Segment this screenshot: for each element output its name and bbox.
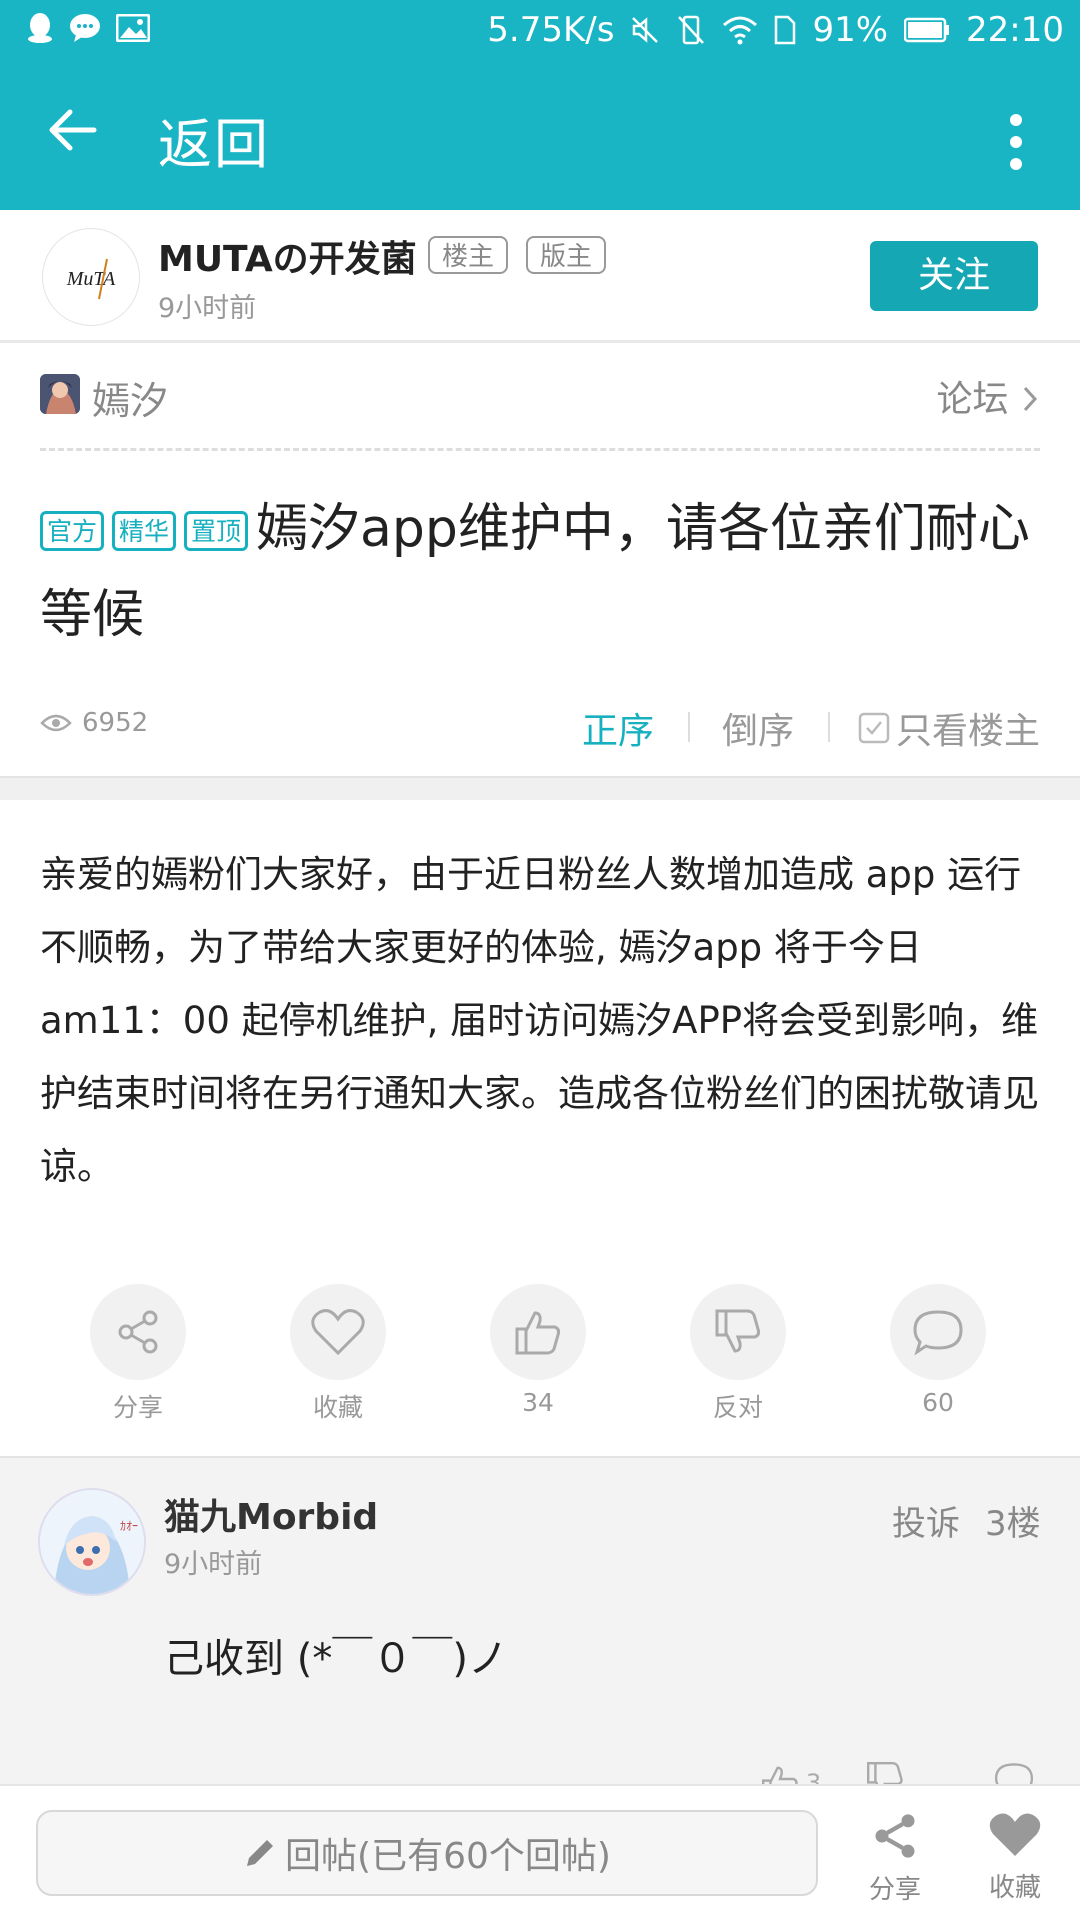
reply-avatar[interactable]: ｶｵｰ [38,1488,146,1596]
tag-official: 官方 [40,511,105,551]
sim-icon [774,15,796,45]
only-op-toggle[interactable]: 只看楼主 [858,702,1040,754]
heart-icon [311,1309,365,1356]
page-title[interactable]: 返回 [158,100,270,179]
bottom-collect-label: 收藏 [988,1873,1041,1903]
author-avatar[interactable]: MuTA [42,228,140,326]
dashed-divider [40,448,1040,451]
back-button[interactable] [48,108,98,156]
separator [828,712,830,742]
moderator-badge: 版主 [526,236,607,274]
net-speed: 5.75K/s [487,10,615,50]
tag-pinned: 置顶 [184,511,249,551]
thumbs-down-icon [715,1309,761,1353]
bottom-share-button[interactable]: 分享 [840,1810,950,1906]
more-options-icon[interactable] [1010,114,1022,170]
qq-icon [26,12,54,44]
post-meta: 6952 正序 倒序 只看楼主 [40,702,1050,754]
share-icon [875,1814,915,1858]
battery-icon [904,17,950,43]
chevron-right-icon [1023,386,1038,412]
arrow-left-icon [49,109,97,151]
op-badge: 楼主 [428,236,509,274]
bottom-share-label: 分享 [868,1875,921,1905]
clock: 22:10 [966,10,1064,50]
checkbox-icon [858,712,890,744]
floor-number: 3楼 [985,1504,1041,1544]
section-divider [0,776,1080,800]
thumbs-up-icon [515,1311,561,1355]
reply-text: 己收到 (*￣０￣)ノ [164,1636,508,1682]
reply-time: 9小时前 [164,1549,263,1580]
like-button[interactable]: 34 [458,1284,618,1417]
gallery-icon [116,14,150,42]
tag-featured: 精华 [112,511,177,551]
post-time: 9小时前 [158,293,257,324]
reply-input[interactable]: 回帖(已有60个回帖) [36,1810,818,1896]
forum-name: 嫣汐 [92,379,169,423]
collect-label: 收藏 [312,1393,363,1422]
dislike-label: 反对 [712,1393,763,1422]
post-body: 亲爱的嫣粉们大家好，由于近日粉丝人数增加造成 app 运行不顺畅，为了带给大家更… [40,853,1039,1188]
comment-count: 60 [922,1388,954,1417]
svg-text:MuTA: MuTA [66,268,116,290]
collect-button[interactable]: 收藏 [258,1284,418,1424]
forum-row[interactable]: 嫣汐 论坛 [40,368,1040,424]
like-count: 34 [522,1388,554,1417]
bottom-bar: 回帖(已有60个回帖) 分享 收藏 [0,1784,1080,1922]
author-name[interactable]: MUTAの开发菌 [158,230,417,282]
forum-link-label: 论坛 [936,379,1009,420]
battery-percent: 91% [812,10,889,50]
anime-avatar: ｶｵｰ [40,1490,144,1594]
muta-logo: MuTA [66,258,116,300]
app-header: 5.75K/s 91% 22:10 返回 [0,0,1080,210]
view-count-value: 6952 [82,708,149,738]
comment-button[interactable]: 60 [858,1284,1018,1417]
sort-ascending-tab[interactable]: 正序 [582,702,654,754]
view-count: 6952 [40,708,148,738]
wifi-icon [722,15,758,45]
reply-item: ｶｵｰ 猫九Morbid 9小时前 投诉 3楼 己收到 (*￣０￣)ノ 3 [0,1456,1080,1801]
vibrate-off-icon [676,14,706,46]
post-actions: 分享 收藏 34 反对 60 [0,1284,1080,1424]
reply-input-placeholder: 回帖(已有60个回帖) [285,1836,611,1877]
only-op-label: 只看楼主 [896,711,1041,752]
status-notifications [26,12,150,44]
wechat-icon [68,13,102,43]
mute-icon [630,15,660,45]
eye-icon [40,714,72,732]
reply-author-name[interactable]: 猫九Morbid [164,1488,378,1540]
svg-text:ｶｵｰ: ｶｵｰ [120,1519,138,1533]
dislike-button[interactable]: 反对 [658,1284,818,1424]
follow-button[interactable]: 关注 [870,241,1038,311]
forum-link[interactable]: 论坛 [937,370,1040,422]
comment-icon [913,1310,963,1356]
share-label: 分享 [112,1393,163,1422]
report-button[interactable]: 投诉 [892,1496,960,1545]
status-system: 5.75K/s 91% 22:10 [487,10,1064,50]
post-title: 官方 精华 置顶 嫣汐app维护中，请各位亲们耐心等候 [40,486,1040,658]
sort-descending-tab[interactable]: 倒序 [722,702,794,754]
share-icon [118,1310,158,1354]
heart-icon [989,1813,1041,1856]
separator [688,712,690,742]
share-button[interactable]: 分享 [58,1284,218,1424]
bottom-collect-button[interactable]: 收藏 [960,1810,1070,1904]
pencil-icon [247,1840,274,1866]
author-row: MuTA MUTAの开发菌 楼主 版主 9小时前 关注 [0,210,1080,343]
forum-avatar [40,374,80,414]
